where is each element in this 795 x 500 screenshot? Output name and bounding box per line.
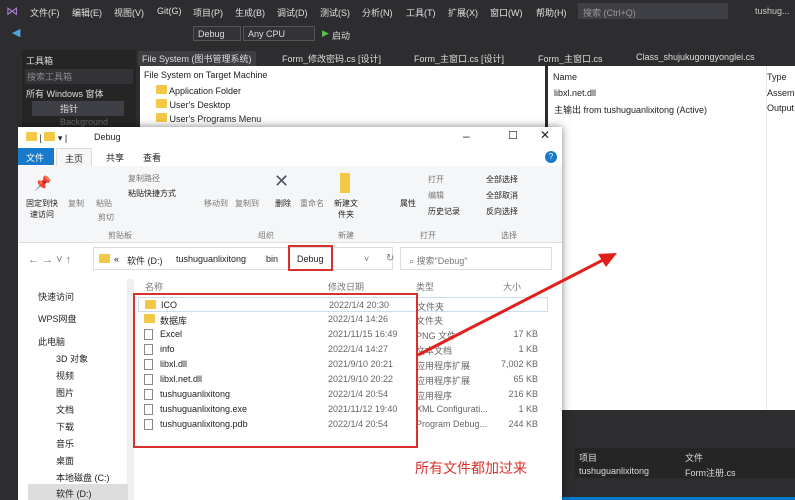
annotation-arrow [417, 253, 617, 357]
side-strip [0, 50, 18, 500]
